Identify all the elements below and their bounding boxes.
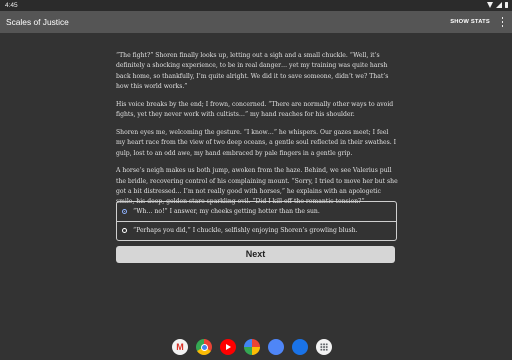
- youtube-icon[interactable]: [220, 339, 236, 355]
- apps-icon[interactable]: [316, 339, 332, 355]
- story-paragraph: His voice breaks by the end; I frown, co…: [116, 100, 394, 119]
- story-paragraph: “The fight?” Shoren finally looks up, le…: [116, 52, 389, 90]
- app-dock: M: [172, 339, 342, 355]
- story-text: “The fight?” Shoren finally looks up, le…: [116, 51, 398, 215]
- wifi-icon: [486, 2, 493, 8]
- radio-selected-icon[interactable]: [122, 208, 127, 214]
- choice-label: “Wh… no!” I answer, my cheeks getting ho…: [133, 207, 320, 215]
- show-stats-button[interactable]: SHOW STATS: [450, 19, 490, 25]
- status-time: 4:45: [5, 2, 18, 9]
- battery-icon: [504, 2, 508, 8]
- signal-icon: [495, 2, 502, 8]
- radio-unselected-icon[interactable]: [122, 228, 127, 233]
- next-button[interactable]: Next: [116, 246, 395, 263]
- status-bar: 4:45: [0, 0, 512, 11]
- gmail-icon[interactable]: M: [172, 339, 188, 355]
- photos-icon[interactable]: [244, 339, 260, 355]
- app-title: Scales of Justice: [6, 17, 69, 27]
- app-bar: Scales of Justice SHOW STATS: [0, 11, 512, 33]
- messages-icon[interactable]: [292, 339, 308, 355]
- choice-option-2[interactable]: “Perhaps you did,” I chuckle, selfishly …: [117, 221, 396, 240]
- choice-list: “Wh… no!” I answer, my cheeks getting ho…: [116, 201, 397, 241]
- status-icons: [486, 2, 508, 8]
- chrome-icon[interactable]: [196, 339, 212, 355]
- more-options-icon[interactable]: [501, 17, 504, 27]
- phone-icon[interactable]: [268, 339, 284, 355]
- choice-option-1[interactable]: “Wh… no!” I answer, my cheeks getting ho…: [117, 202, 396, 222]
- choice-label: “Perhaps you did,” I chuckle, selfishly …: [133, 227, 358, 234]
- story-paragraph: Shoren eyes me, welcoming the gesture. “…: [116, 128, 397, 157]
